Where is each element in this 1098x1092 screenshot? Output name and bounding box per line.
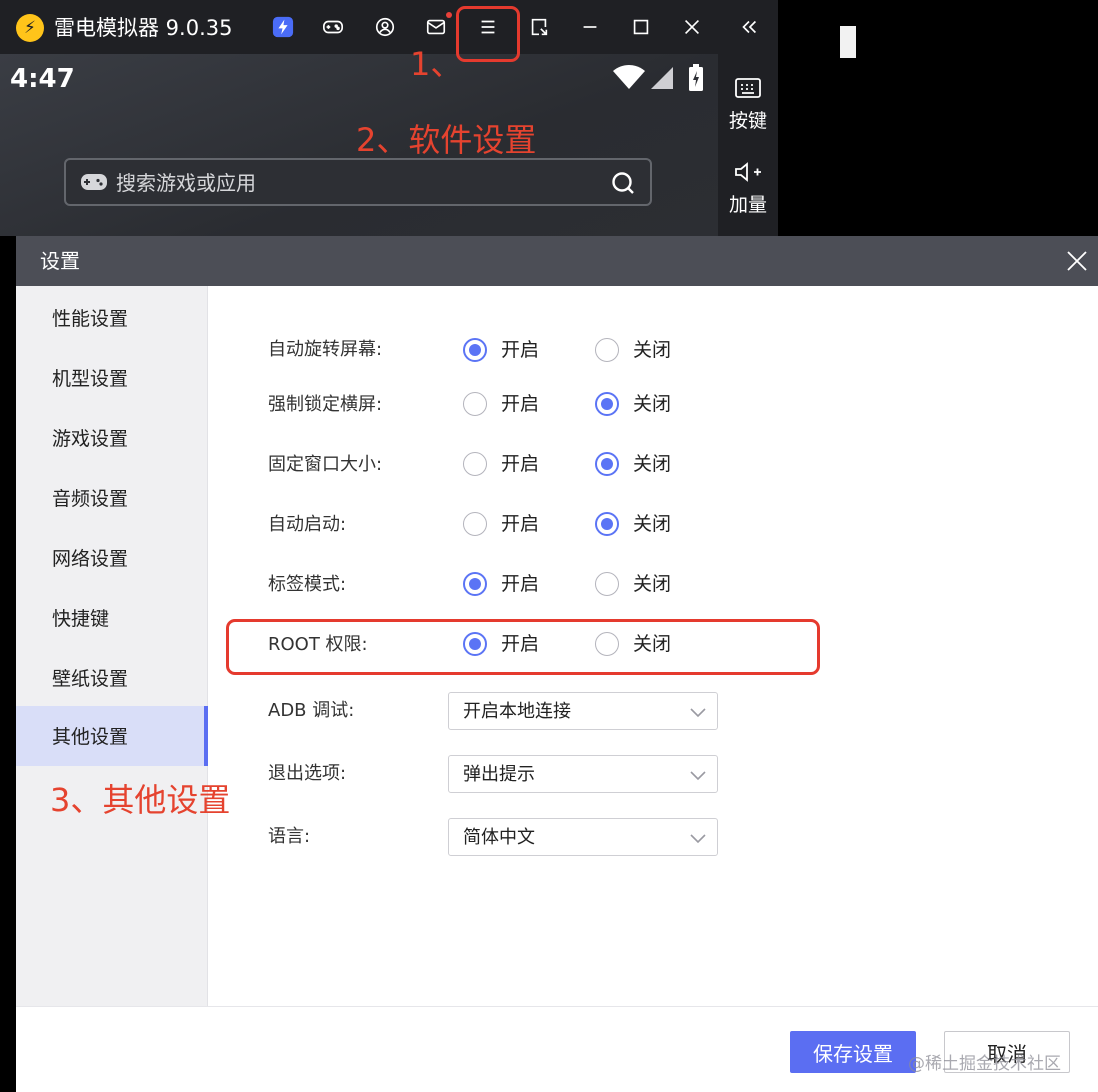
sidebar-item-label: 其他设置	[52, 725, 129, 748]
auto-rotate-label: 自动旋转屏幕:	[268, 339, 383, 360]
search-placeholder: 搜索游戏或应用	[116, 171, 256, 195]
collapse-icon[interactable]	[734, 12, 764, 42]
radio-label: 开启	[501, 573, 540, 595]
select-value: 开启本地连接	[463, 701, 571, 722]
chevron-down-icon	[690, 708, 706, 718]
sidebar-item-audio[interactable]: 音频设置	[16, 468, 208, 528]
sidebar-item-label: 壁纸设置	[52, 667, 129, 690]
sidebar-item-label: 游戏设置	[52, 427, 129, 450]
lightning-icon[interactable]	[268, 12, 298, 42]
battery-icon	[689, 64, 703, 91]
sidebar-item-other[interactable]: 其他设置	[16, 706, 208, 766]
radio-circle	[595, 338, 619, 362]
account-icon[interactable]	[370, 12, 400, 42]
exit-option-select[interactable]: 弹出提示	[448, 755, 718, 793]
radio-label: 关闭	[633, 393, 672, 415]
select-value: 简体中文	[463, 827, 535, 848]
gamepad-icon[interactable]	[318, 12, 348, 42]
keymap-label: 按键	[728, 110, 767, 132]
auto-start-label: 自动启动:	[268, 514, 347, 535]
annotation-box-root	[226, 619, 820, 675]
window-icon[interactable]	[524, 12, 554, 42]
radio-label: 关闭	[633, 339, 672, 361]
sidebar-item-label: 性能设置	[52, 307, 129, 330]
language-select[interactable]: 简体中文	[448, 818, 718, 856]
sidebar-item-label: 机型设置	[52, 367, 129, 390]
tab-mode-label: 标签模式:	[268, 574, 347, 595]
radio-circle	[595, 392, 619, 416]
settings-sidebar: 性能设置 机型设置 游戏设置 音频设置 网络设置 快捷键 壁纸设置 其他设置	[16, 286, 208, 1006]
search-input[interactable]: 搜索游戏或应用	[64, 158, 652, 206]
volume-up-button[interactable]: 加量	[718, 160, 778, 218]
annotation-step1: 1、	[410, 45, 463, 83]
dialog-title: 设置	[40, 249, 80, 273]
radio-circle	[595, 452, 619, 476]
sidebar-item-performance[interactable]: 性能设置	[16, 288, 208, 348]
save-settings-button[interactable]: 保存设置	[790, 1031, 916, 1073]
sidebar-item-device-model[interactable]: 机型设置	[16, 348, 208, 408]
radio-label: 开启	[501, 513, 540, 535]
keymap-button[interactable]: 按键	[718, 76, 778, 134]
close-icon[interactable]	[677, 12, 707, 42]
radio-label: 关闭	[633, 573, 672, 595]
background-window-fragment	[840, 26, 856, 58]
sidebar-item-game[interactable]: 游戏设置	[16, 408, 208, 468]
sidebar-item-wallpaper[interactable]: 壁纸设置	[16, 648, 208, 708]
annotation-box-menu	[456, 6, 520, 62]
fixed-window-size-label: 固定窗口大小:	[268, 454, 383, 475]
right-toolbar: 按键 加量	[718, 54, 778, 236]
chevron-down-icon	[690, 834, 706, 844]
chevron-down-icon	[690, 771, 706, 781]
app-logo-icon: ⚡	[16, 14, 44, 42]
status-clock: 4:47	[10, 64, 75, 94]
radio-label: 开启	[501, 393, 540, 415]
radio-label: 关闭	[633, 513, 672, 535]
sidebar-item-label: 快捷键	[52, 607, 110, 630]
dialog-header: 设置	[16, 236, 1098, 286]
adb-debug-label: ADB 调试:	[268, 700, 355, 721]
radio-circle	[463, 338, 487, 362]
exit-option-label: 退出选项:	[268, 763, 347, 784]
keyboard-icon	[735, 78, 761, 98]
radio-circle	[463, 452, 487, 476]
radio-circle	[463, 572, 487, 596]
volume-up-label: 加量	[728, 194, 767, 216]
sidebar-item-label: 音频设置	[52, 487, 129, 510]
language-label: 语言:	[268, 826, 311, 847]
status-icons	[612, 62, 712, 92]
emulator-titlebar: ⚡ 雷电模拟器 9.0.35	[0, 0, 778, 54]
force-landscape-label: 强制锁定横屏:	[268, 394, 383, 415]
minimize-icon[interactable]	[575, 12, 605, 42]
radio-label: 开启	[501, 453, 540, 475]
radio-circle	[463, 512, 487, 536]
radio-label: 开启	[501, 339, 540, 361]
wifi-icon	[613, 65, 645, 89]
annotation-step2: 2、软件设置	[356, 121, 537, 159]
adb-debug-select[interactable]: 开启本地连接	[448, 692, 718, 730]
radio-label: 关闭	[633, 453, 672, 475]
search-icon[interactable]	[610, 170, 636, 196]
annotation-step3: 3、其他设置	[50, 781, 231, 819]
select-value: 弹出提示	[463, 764, 535, 785]
sidebar-item-label: 网络设置	[52, 547, 129, 570]
radio-circle	[595, 512, 619, 536]
sidebar-item-shortcuts[interactable]: 快捷键	[16, 588, 208, 648]
dialog-footer: 保存设置 取消 @稀土掘金技术社区	[16, 1006, 1098, 1092]
watermark: @稀土掘金技术社区	[908, 1054, 1061, 1074]
radio-circle	[463, 392, 487, 416]
notification-dot	[446, 12, 452, 18]
signal-icon	[651, 67, 673, 89]
sidebar-item-network[interactable]: 网络设置	[16, 528, 208, 588]
radio-circle	[595, 572, 619, 596]
volume-up-icon	[735, 162, 761, 182]
maximize-icon[interactable]	[626, 12, 656, 42]
gamepad-icon	[81, 174, 107, 190]
app-title: 雷电模拟器 9.0.35	[54, 16, 233, 40]
dialog-close-icon[interactable]	[1064, 248, 1090, 274]
